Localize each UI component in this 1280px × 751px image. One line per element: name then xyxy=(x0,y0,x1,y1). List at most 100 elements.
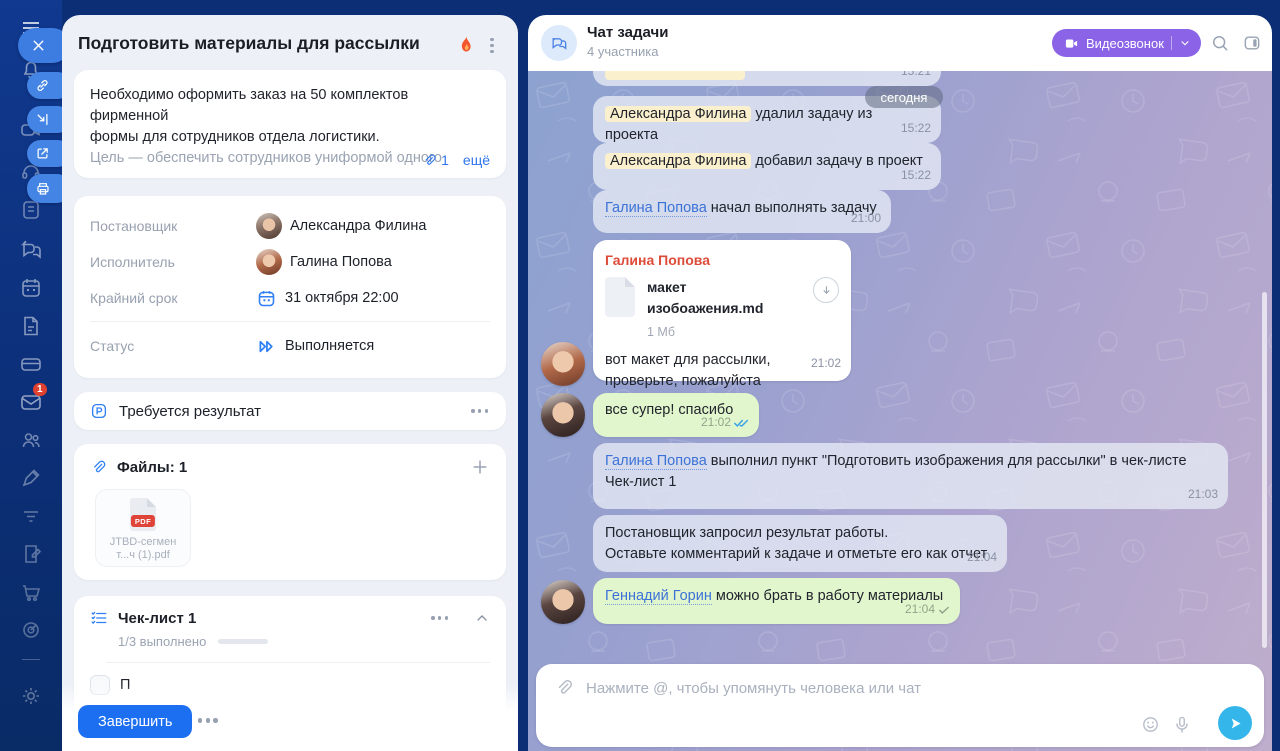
message-input-card[interactable] xyxy=(536,664,1264,747)
checklist-progress-bar xyxy=(218,639,268,644)
checklist-menu-button[interactable] xyxy=(429,616,450,620)
result-menu-button[interactable] xyxy=(469,409,490,413)
send-button[interactable] xyxy=(1218,706,1252,740)
chevron-up-icon[interactable] xyxy=(474,610,490,626)
avatar[interactable] xyxy=(541,342,585,386)
external-link-icon xyxy=(35,146,50,161)
task-more-actions-button[interactable] xyxy=(196,718,220,723)
field-status[interactable]: Статус Выполняется xyxy=(90,328,490,364)
filter-icon[interactable] xyxy=(19,504,43,528)
attached-file-size: 1 Мб xyxy=(647,322,801,343)
field-owner[interactable]: Постановщик Александра Филина xyxy=(90,208,490,244)
user-link[interactable]: Галина Попова xyxy=(605,453,707,470)
search-button[interactable] xyxy=(1210,33,1230,53)
target-icon[interactable] xyxy=(19,618,43,642)
chevron-down-icon xyxy=(1179,37,1191,49)
user-link[interactable]: Галина Попова xyxy=(605,200,707,217)
file-name-line: JTBD-сегмен xyxy=(96,536,190,549)
single-check-icon xyxy=(938,605,950,615)
priority-fire-icon xyxy=(456,33,476,55)
system-message[interactable]: Постановщик запросил результат работы. О… xyxy=(593,515,1007,572)
field-deadline[interactable]: Крайний срок 31 октября 22:00 xyxy=(90,280,490,316)
message-time: 15:22 xyxy=(901,118,931,139)
avatar xyxy=(256,213,282,239)
system-message[interactable]: Александра Филинадобавил задачу в проект… xyxy=(593,143,941,190)
mention-chip[interactable]: Александра Филина xyxy=(605,106,751,122)
message-input[interactable] xyxy=(586,676,1126,700)
calendar-icon xyxy=(256,288,277,309)
checklist-progress-label: 1/3 выполнено xyxy=(118,634,206,649)
message-bubble-cutoff[interactable]: 15:21 xyxy=(593,71,941,86)
field-assignee[interactable]: Исполнитель Галина Попова xyxy=(90,244,490,280)
outgoing-message[interactable]: Геннадий Горинможно брать в работу матер… xyxy=(593,578,960,624)
cart-icon[interactable] xyxy=(19,580,43,604)
message-text: Постановщик запросил результат работы. xyxy=(605,523,995,544)
link-icon xyxy=(35,78,50,93)
message-time: 21:03 xyxy=(1188,484,1218,505)
chat-members-count: 4 участника xyxy=(587,44,658,59)
card-icon[interactable] xyxy=(19,352,43,376)
chat-avatar[interactable] xyxy=(541,25,577,61)
message-text: Оставьте комментарий к задаче и отметьте… xyxy=(605,544,995,565)
file-message[interactable]: Галина Попова макет изобоажения.md 1 Мб … xyxy=(593,240,851,381)
complete-task-button[interactable]: Завершить xyxy=(78,705,192,738)
mention-chip[interactable]: Александра Филина xyxy=(605,153,751,169)
pen-icon[interactable] xyxy=(19,466,43,490)
field-label: Постановщик xyxy=(90,218,256,234)
microphone-icon[interactable] xyxy=(1172,714,1192,735)
attachment-count: 1 xyxy=(441,152,449,168)
document-icon[interactable] xyxy=(19,314,43,338)
chat-panel: 15:21 сегодня Александра Филинаудалил за… xyxy=(528,15,1272,751)
attached-file-name[interactable]: макет изобоажения.md xyxy=(647,277,801,319)
divider xyxy=(90,321,490,322)
add-file-button[interactable] xyxy=(470,457,490,477)
result-label: Требуется результат xyxy=(119,403,458,420)
user-link[interactable]: Геннадий Горин xyxy=(605,588,712,605)
file-attachment-tile[interactable]: PDF JTBD-сегмен т...ч (1).pdf xyxy=(95,489,191,567)
file-icon xyxy=(605,277,635,317)
people-icon[interactable] xyxy=(19,428,43,452)
send-icon xyxy=(1228,716,1243,731)
settings-gear-icon[interactable] xyxy=(19,684,43,708)
video-call-button[interactable]: Видеозвонок xyxy=(1052,29,1201,57)
message-time: 21:02 xyxy=(701,412,749,433)
description-line: формы для сотрудников отдела логистики. xyxy=(90,127,490,148)
avatar xyxy=(256,249,282,275)
field-label: Статус xyxy=(90,338,256,354)
field-value: Александра Филина xyxy=(290,218,426,234)
result-required-card[interactable]: Требуется результат xyxy=(74,392,506,430)
message-text: выполнил пункт "Подготовить изображения … xyxy=(711,453,1187,469)
file-name-line: т...ч (1).pdf xyxy=(96,549,190,562)
outgoing-message[interactable]: все супер! спасибо 21:02 xyxy=(593,393,759,437)
checklist-icon xyxy=(90,609,108,627)
files-title: Файлы: 1 xyxy=(117,459,460,476)
toggle-sidebar-button[interactable] xyxy=(1242,33,1262,53)
task-menu-button[interactable] xyxy=(490,35,494,56)
checklist-title: Чек-лист 1 xyxy=(118,610,419,627)
avatar[interactable] xyxy=(541,393,585,437)
close-icon xyxy=(30,37,47,54)
system-message[interactable]: Галина Поповавыполнил пункт "Подготовить… xyxy=(593,443,1228,509)
task-title: Подготовить материалы для рассылки xyxy=(78,33,458,54)
show-more-link[interactable]: ещё xyxy=(463,152,490,168)
avatar[interactable] xyxy=(541,580,585,624)
video-camera-icon xyxy=(1064,36,1079,51)
chat-bubbles-icon xyxy=(549,33,569,53)
calendar-icon[interactable] xyxy=(19,276,43,300)
paperclip-icon xyxy=(90,459,107,476)
paperclip-icon xyxy=(422,153,437,168)
task-description-card[interactable]: Необходимо оформить заказ на 50 комплект… xyxy=(74,70,506,178)
system-message[interactable]: Галина Попованачал выполнять задачу 21:0… xyxy=(593,190,891,233)
download-button[interactable] xyxy=(813,277,839,303)
message-sender[interactable]: Галина Попова xyxy=(605,250,839,271)
video-call-label: Видеозвонок xyxy=(1086,36,1164,51)
doc-edit-icon[interactable] xyxy=(19,542,43,566)
message-time: 21:04 xyxy=(967,547,997,568)
emoji-icon[interactable] xyxy=(1141,715,1160,734)
files-card: Файлы: 1 PDF JTBD-сегмен т...ч (1).pdf xyxy=(74,444,506,580)
chat-scrollbar[interactable] xyxy=(1262,292,1267,648)
app-window: 1 Подготовить материалы для рассылки Нео… xyxy=(0,0,1280,751)
chats-icon[interactable] xyxy=(19,238,43,262)
printer-icon xyxy=(35,181,51,197)
attach-paperclip-icon[interactable] xyxy=(554,678,574,698)
